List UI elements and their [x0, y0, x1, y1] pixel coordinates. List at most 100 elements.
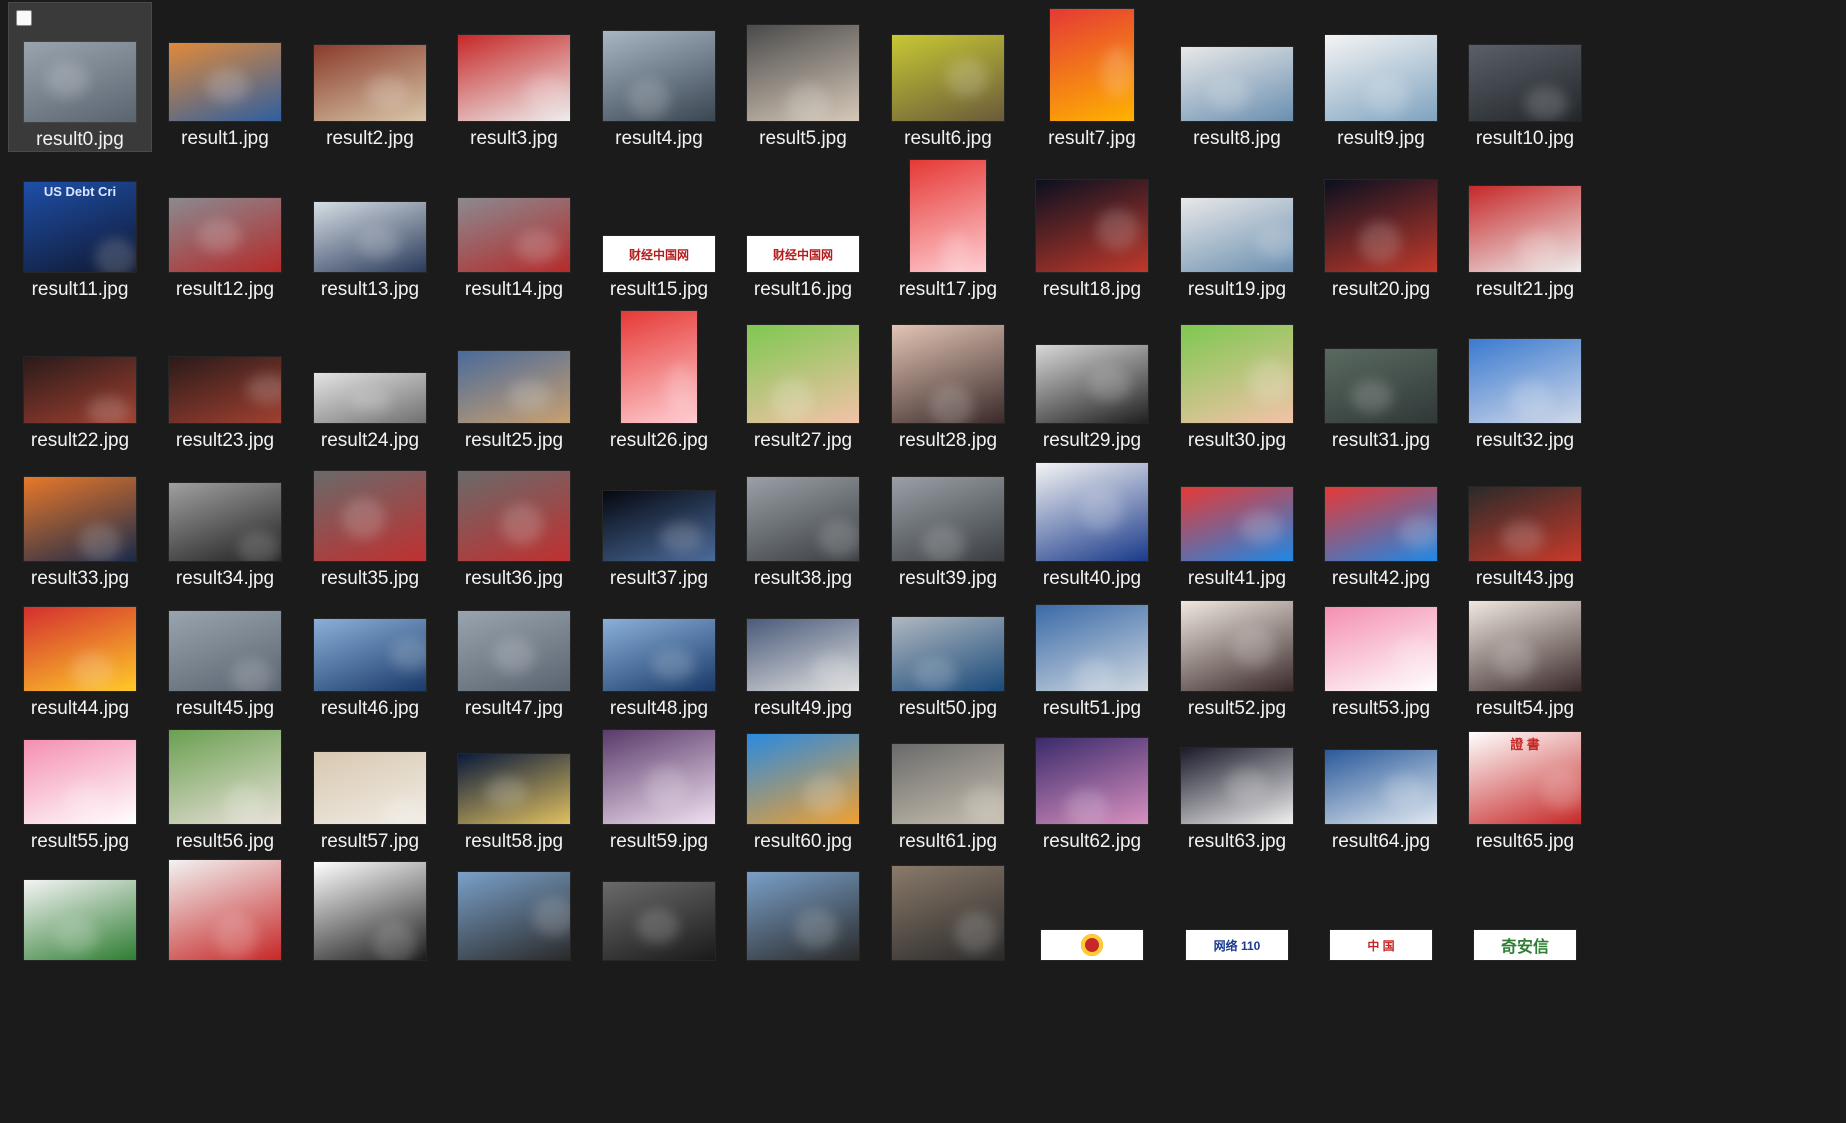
file-tile[interactable]: result36.jpg — [442, 462, 586, 589]
file-tile[interactable]: result9.jpg — [1309, 2, 1453, 152]
file-tile[interactable]: result40.jpg — [1020, 462, 1164, 589]
file-tile[interactable]: result60.jpg — [731, 728, 875, 856]
thumbnail-image — [1181, 487, 1293, 561]
file-tile[interactable]: result17.jpg — [876, 158, 1020, 300]
file-tile[interactable]: 中 国 — [1309, 862, 1453, 982]
thumbnail-frame — [1453, 462, 1597, 561]
file-tile[interactable]: result6.jpg — [876, 2, 1020, 152]
thumbnail-frame — [298, 2, 442, 121]
thumbnail-image — [1036, 463, 1148, 561]
file-tile[interactable]: result7.jpg — [1020, 2, 1164, 152]
file-tile[interactable]: 财经中国网 result15.jpg — [587, 158, 731, 300]
file-tile[interactable]: result52.jpg — [1165, 598, 1309, 722]
file-tile[interactable]: result56.jpg — [153, 728, 297, 856]
file-tile[interactable]: result23.jpg — [153, 310, 297, 451]
thumbnail-highlight — [222, 783, 266, 824]
file-tile[interactable]: result49.jpg — [731, 598, 875, 722]
thumbnail-frame — [442, 2, 586, 121]
file-tile[interactable]: 财经中国网 result16.jpg — [731, 158, 875, 300]
file-tile[interactable] — [298, 862, 442, 982]
file-tile[interactable]: result41.jpg — [1165, 462, 1309, 589]
file-tile[interactable]: result8.jpg — [1165, 2, 1309, 152]
file-tile[interactable] — [587, 862, 731, 982]
file-tile[interactable]: result1.jpg — [153, 2, 297, 152]
file-tile[interactable]: result57.jpg — [298, 728, 442, 856]
thumbnail-frame — [442, 862, 586, 960]
file-tile[interactable]: result5.jpg — [731, 2, 875, 152]
file-tile[interactable]: result31.jpg — [1309, 310, 1453, 451]
file-tile[interactable]: result13.jpg — [298, 158, 442, 300]
thumbnail-logo-text: 网络 110 — [1213, 938, 1261, 953]
file-tile[interactable]: result58.jpg — [442, 728, 586, 856]
file-tile[interactable]: result47.jpg — [442, 598, 586, 722]
file-tile[interactable]: result33.jpg — [8, 462, 152, 589]
file-tile[interactable]: result44.jpg — [8, 598, 152, 722]
file-tile[interactable]: result27.jpg — [731, 310, 875, 451]
thumbnail-image — [747, 872, 859, 960]
file-tile[interactable] — [876, 862, 1020, 982]
file-tile[interactable]: result22.jpg — [8, 310, 152, 451]
thumbnail-image — [24, 607, 136, 691]
file-name-label: result32.jpg — [1475, 430, 1575, 451]
file-tile[interactable]: result29.jpg — [1020, 310, 1164, 451]
file-tile[interactable]: result39.jpg — [876, 462, 1020, 589]
file-tile[interactable]: result30.jpg — [1165, 310, 1309, 451]
file-tile[interactable]: result19.jpg — [1165, 158, 1309, 300]
thumbnail-frame — [153, 462, 297, 561]
file-tile[interactable]: result50.jpg — [876, 598, 1020, 722]
file-tile[interactable]: result63.jpg — [1165, 728, 1309, 856]
file-tile[interactable]: result21.jpg — [1453, 158, 1597, 300]
file-tile[interactable]: result35.jpg — [298, 462, 442, 589]
file-tile[interactable]: result14.jpg — [442, 158, 586, 300]
file-tile[interactable]: result0.jpg — [8, 2, 152, 152]
thumbnail-image — [892, 35, 1004, 121]
file-tile[interactable]: result43.jpg — [1453, 462, 1597, 589]
file-tile[interactable]: result61.jpg — [876, 728, 1020, 856]
thumbnail-frame — [587, 462, 731, 561]
thumbnail-grid: result0.jpg result1.jpg result2.jpg result3… — [0, 0, 1846, 1123]
file-tile[interactable]: result4.jpg — [587, 2, 731, 152]
thumbnail-highlight — [349, 389, 393, 412]
file-tile[interactable]: US Debt Cri result11.jpg — [8, 158, 152, 300]
thumbnail-frame — [1165, 598, 1309, 691]
file-tile[interactable]: result12.jpg — [153, 158, 297, 300]
file-tile[interactable]: result55.jpg — [8, 728, 152, 856]
file-tile[interactable]: result3.jpg — [442, 2, 586, 152]
file-tile[interactable] — [731, 862, 875, 982]
file-tile[interactable]: result46.jpg — [298, 598, 442, 722]
file-tile[interactable]: result25.jpg — [442, 310, 586, 451]
file-tile[interactable] — [1020, 862, 1164, 982]
file-tile[interactable]: result20.jpg — [1309, 158, 1453, 300]
file-tile[interactable]: result51.jpg — [1020, 598, 1164, 722]
file-tile[interactable]: 證 書 result65.jpg — [1453, 728, 1597, 856]
thumbnail-image — [169, 730, 281, 824]
file-tile[interactable]: result28.jpg — [876, 310, 1020, 451]
file-tile[interactable]: result45.jpg — [153, 598, 297, 722]
file-tile[interactable]: result59.jpg — [587, 728, 731, 856]
file-tile[interactable]: result38.jpg — [731, 462, 875, 589]
file-tile[interactable]: result18.jpg — [1020, 158, 1164, 300]
file-tile[interactable]: result37.jpg — [587, 462, 731, 589]
file-tile[interactable] — [8, 862, 152, 982]
file-tile[interactable]: result48.jpg — [587, 598, 731, 722]
file-tile[interactable]: result64.jpg — [1309, 728, 1453, 856]
file-tile[interactable]: result24.jpg — [298, 310, 442, 451]
thumbnail-highlight — [533, 896, 570, 937]
file-tile[interactable]: result2.jpg — [298, 2, 442, 152]
file-tile[interactable]: result54.jpg — [1453, 598, 1597, 722]
file-tile[interactable] — [153, 860, 297, 982]
file-tile[interactable]: result10.jpg — [1453, 2, 1597, 152]
thumbnail-image — [892, 477, 1004, 561]
selection-checkbox[interactable] — [16, 10, 32, 26]
file-tile[interactable]: result62.jpg — [1020, 728, 1164, 856]
file-tile[interactable] — [442, 862, 586, 982]
file-tile[interactable]: result26.jpg — [587, 310, 731, 451]
file-tile[interactable]: result32.jpg — [1453, 310, 1597, 451]
file-tile[interactable]: 奇安信 — [1453, 862, 1597, 982]
file-tile[interactable]: result42.jpg — [1309, 462, 1453, 589]
file-tile[interactable]: 网络 110 — [1165, 862, 1309, 982]
file-tile[interactable]: result53.jpg — [1309, 598, 1453, 722]
thumbnail-frame — [8, 462, 152, 561]
thumbnail-image — [169, 43, 281, 121]
file-tile[interactable]: result34.jpg — [153, 462, 297, 589]
